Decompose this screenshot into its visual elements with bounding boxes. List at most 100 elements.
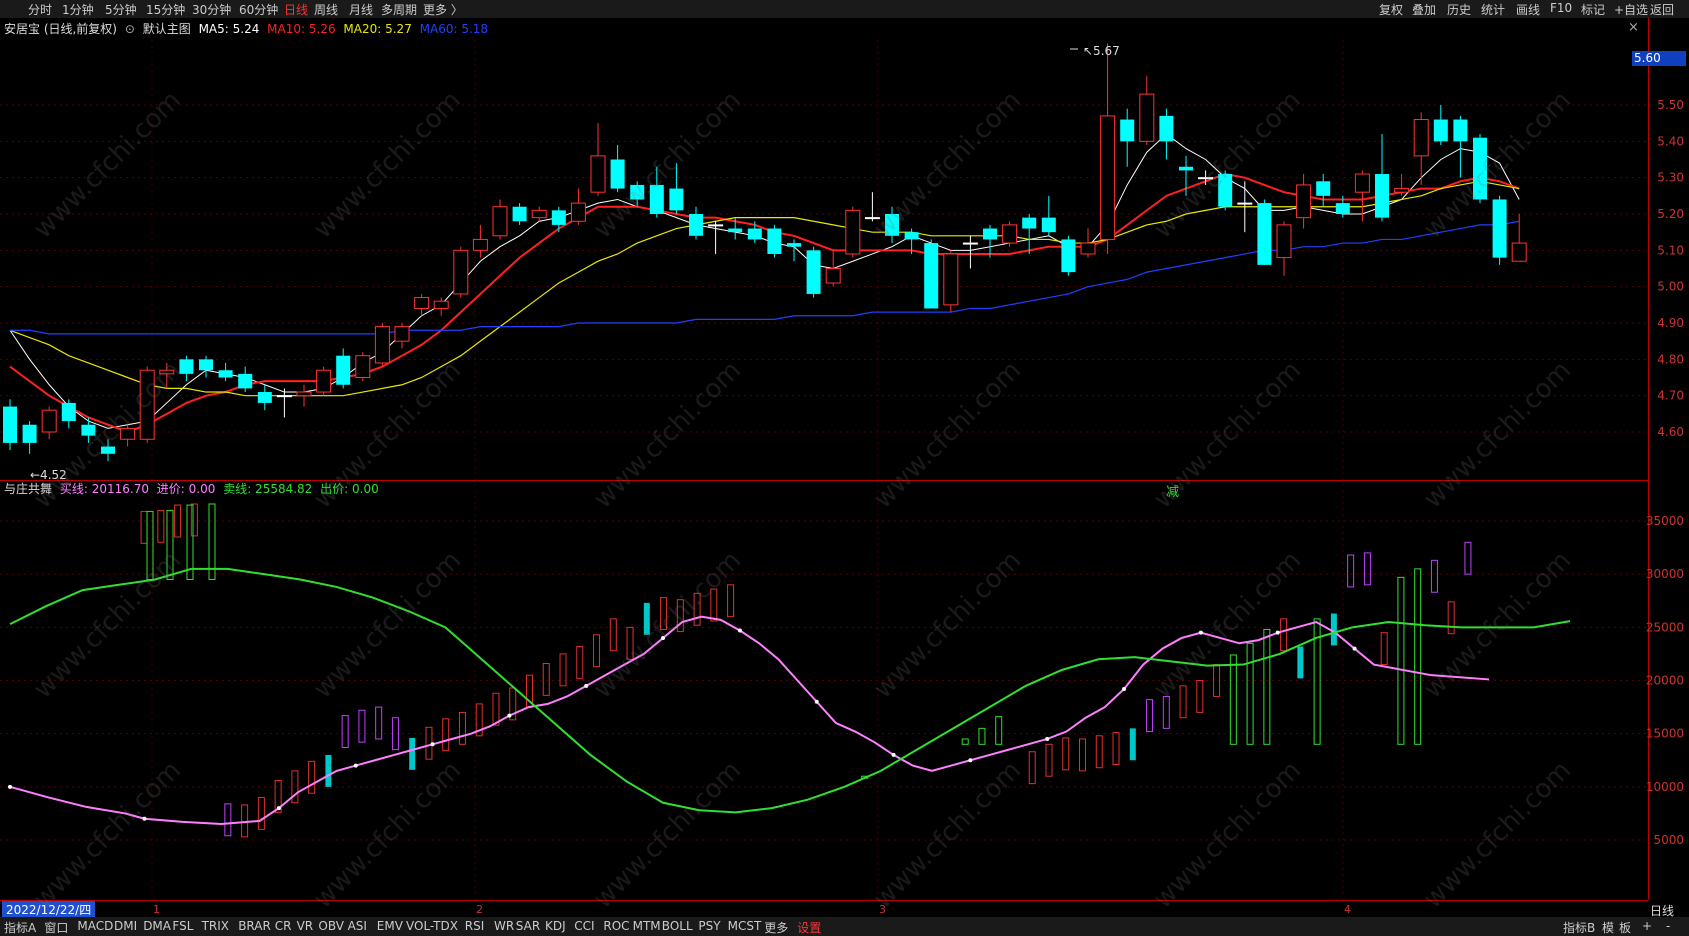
indicator-bar <box>1213 664 1221 697</box>
period-tab-7[interactable]: 周线 <box>314 1 338 18</box>
indicator-tab-MTM[interactable]: MTM <box>633 919 661 933</box>
indicator-bar <box>475 703 483 737</box>
period-tab-2[interactable]: 5分钟 <box>105 1 137 18</box>
indicator-tab-FSL[interactable]: FSL <box>172 919 193 933</box>
indicator-tab-更多[interactable]: 更多 <box>764 919 788 936</box>
buy-line-dot <box>891 752 896 757</box>
right-tab-2[interactable]: 板 <box>1619 919 1631 936</box>
period-tab-9[interactable]: 多周期 <box>381 1 417 18</box>
candle-body <box>238 373 253 389</box>
indicator-tab-EMV[interactable]: EMV <box>377 919 403 933</box>
indicator-tab-指标A[interactable]: 指标A <box>4 919 36 936</box>
period-tab-4[interactable]: 30分钟 <box>192 1 231 18</box>
watermark: www.cfchi.com <box>1147 355 1307 515</box>
watermark: www.cfchi.com <box>867 755 1027 915</box>
indicator-tab-ASI[interactable]: ASI <box>348 919 367 933</box>
indicator-bar <box>442 718 450 752</box>
indicator-bar <box>174 504 182 538</box>
watermark: www.cfchi.com <box>27 545 187 705</box>
pane-separator[interactable] <box>0 480 1648 481</box>
candle-body <box>1139 93 1155 142</box>
price-tick-label: 5.00 <box>1657 280 1684 294</box>
indicator-bar <box>224 803 232 837</box>
price-tick-label: 5.40 <box>1657 134 1684 148</box>
toolbar-button-4[interactable]: 画线 <box>1516 1 1540 18</box>
watermark: www.cfchi.com <box>307 85 467 245</box>
indicator-tab-MCST[interactable]: MCST <box>728 919 762 933</box>
candle-body <box>1022 217 1037 229</box>
main-chart-info: 安居宝 (日线,前复权) ⊙ 默认主图 MA5: 5.24 MA10: 5.26… <box>4 20 492 38</box>
indicator-bar <box>186 504 194 580</box>
indicator-tab-DMI[interactable]: DMI <box>114 919 137 933</box>
right-tab-3[interactable]: + <box>1642 919 1652 933</box>
candle-body <box>1394 188 1410 193</box>
candle-body <box>1179 166 1193 171</box>
period-tab-1[interactable]: 1分钟 <box>62 1 94 18</box>
indicator-tab-RSI[interactable]: RSI <box>465 919 485 933</box>
indicator-tab-WR[interactable]: WR <box>494 919 514 933</box>
price-axis-border <box>1648 18 1649 900</box>
indicator-bar <box>559 653 567 687</box>
candle-body <box>374 326 390 364</box>
right-tab-1[interactable]: 模 <box>1602 919 1614 936</box>
toolbar-button-8[interactable]: 返回 <box>1650 1 1674 18</box>
indicator-tab-BRAR[interactable]: BRAR <box>238 919 271 933</box>
indicator-tab-PSY[interactable]: PSY <box>698 919 720 933</box>
indicator-tab-OBV[interactable]: OBV <box>318 919 344 933</box>
toolbar-button-2[interactable]: 历史 <box>1447 1 1471 18</box>
indicator-tab-窗口[interactable]: 窗口 <box>44 919 68 936</box>
theme-label[interactable]: 默认主图 <box>143 22 191 36</box>
toolbar-button-5[interactable]: F10 <box>1550 1 1572 15</box>
close-chart-icon[interactable]: × <box>1628 20 1639 35</box>
indicator-tab-BOLL[interactable]: BOLL <box>662 919 693 933</box>
toolbar-button-0[interactable]: 复权 <box>1379 1 1403 18</box>
right-tab-0[interactable]: 指标B <box>1563 919 1595 936</box>
indicator-bar <box>1028 751 1036 785</box>
period-tab-8[interactable]: 月线 <box>349 1 373 18</box>
price-tick-label: 4.90 <box>1657 316 1684 330</box>
candle-body <box>218 370 233 378</box>
indicator-tab-设置[interactable]: 设置 <box>797 919 821 936</box>
sell-line-value: 卖线: 25584.82 <box>223 482 313 496</box>
period-tab-5[interactable]: 60分钟 <box>239 1 278 18</box>
toolbar-button-7[interactable]: +自选 <box>1614 1 1648 18</box>
date-axis[interactable]: 2022/12/22/四 <box>0 901 1648 918</box>
indicator-bar <box>274 779 282 813</box>
buy-line-dot <box>507 713 512 718</box>
indicator-tab-ROC[interactable]: ROC <box>603 919 629 933</box>
candle-body <box>1316 181 1331 196</box>
period-tab-0[interactable]: 分时 <box>28 1 52 18</box>
buy-line-dot <box>1122 687 1127 692</box>
indicator-bar <box>1129 728 1136 761</box>
indicator-tab-VOL-TDX[interactable]: VOL-TDX <box>406 919 458 933</box>
candle-body <box>1276 224 1292 259</box>
kline-chart[interactable]: 4.60 4.70 4.80 4.90 5.00 5.10 5.20 5.30 5.40 5.50… <box>0 0 1689 936</box>
candle-body <box>1453 119 1468 142</box>
toolbar-button-3[interactable]: 统计 <box>1481 1 1505 18</box>
indicator-tab-VR[interactable]: VR <box>297 919 314 933</box>
indicator-tab-MACD[interactable]: MACD <box>77 919 113 933</box>
ma-line-ma60 <box>10 220 1520 335</box>
watermark: www.cfchi.com <box>1147 755 1307 915</box>
indicator-tab-SAR[interactable]: SAR <box>516 919 540 933</box>
period-tab-10[interactable]: 更多 〉 <box>423 1 463 18</box>
right-tab-4[interactable]: - <box>1666 919 1670 933</box>
indicator-bar <box>1430 559 1438 593</box>
indicator-bar <box>1079 738 1087 772</box>
indicator-tab-TRIX[interactable]: TRIX <box>202 919 229 933</box>
toolbar-button-6[interactable]: 标记 <box>1581 1 1605 18</box>
watermark: www.cfchi.com <box>1417 545 1577 705</box>
indicator-tab-CR[interactable]: CR <box>275 919 292 933</box>
toolbar-button-1[interactable]: 叠加 <box>1412 1 1436 18</box>
indicator-tab-DMA[interactable]: DMA <box>143 919 171 933</box>
theme-icon[interactable]: ⊙ <box>125 22 135 36</box>
period-tab-3[interactable]: 15分钟 <box>146 1 185 18</box>
ma5-value: MA5: 5.24 <box>198 22 260 36</box>
candle-body <box>825 268 841 284</box>
candle-body <box>689 214 703 236</box>
candle-body <box>41 409 57 433</box>
candle-body <box>610 159 625 189</box>
period-tab-6[interactable]: 日线 <box>284 1 308 18</box>
indicator-tab-KDJ[interactable]: KDJ <box>545 919 566 933</box>
indicator-tab-CCI[interactable]: CCI <box>574 919 594 933</box>
